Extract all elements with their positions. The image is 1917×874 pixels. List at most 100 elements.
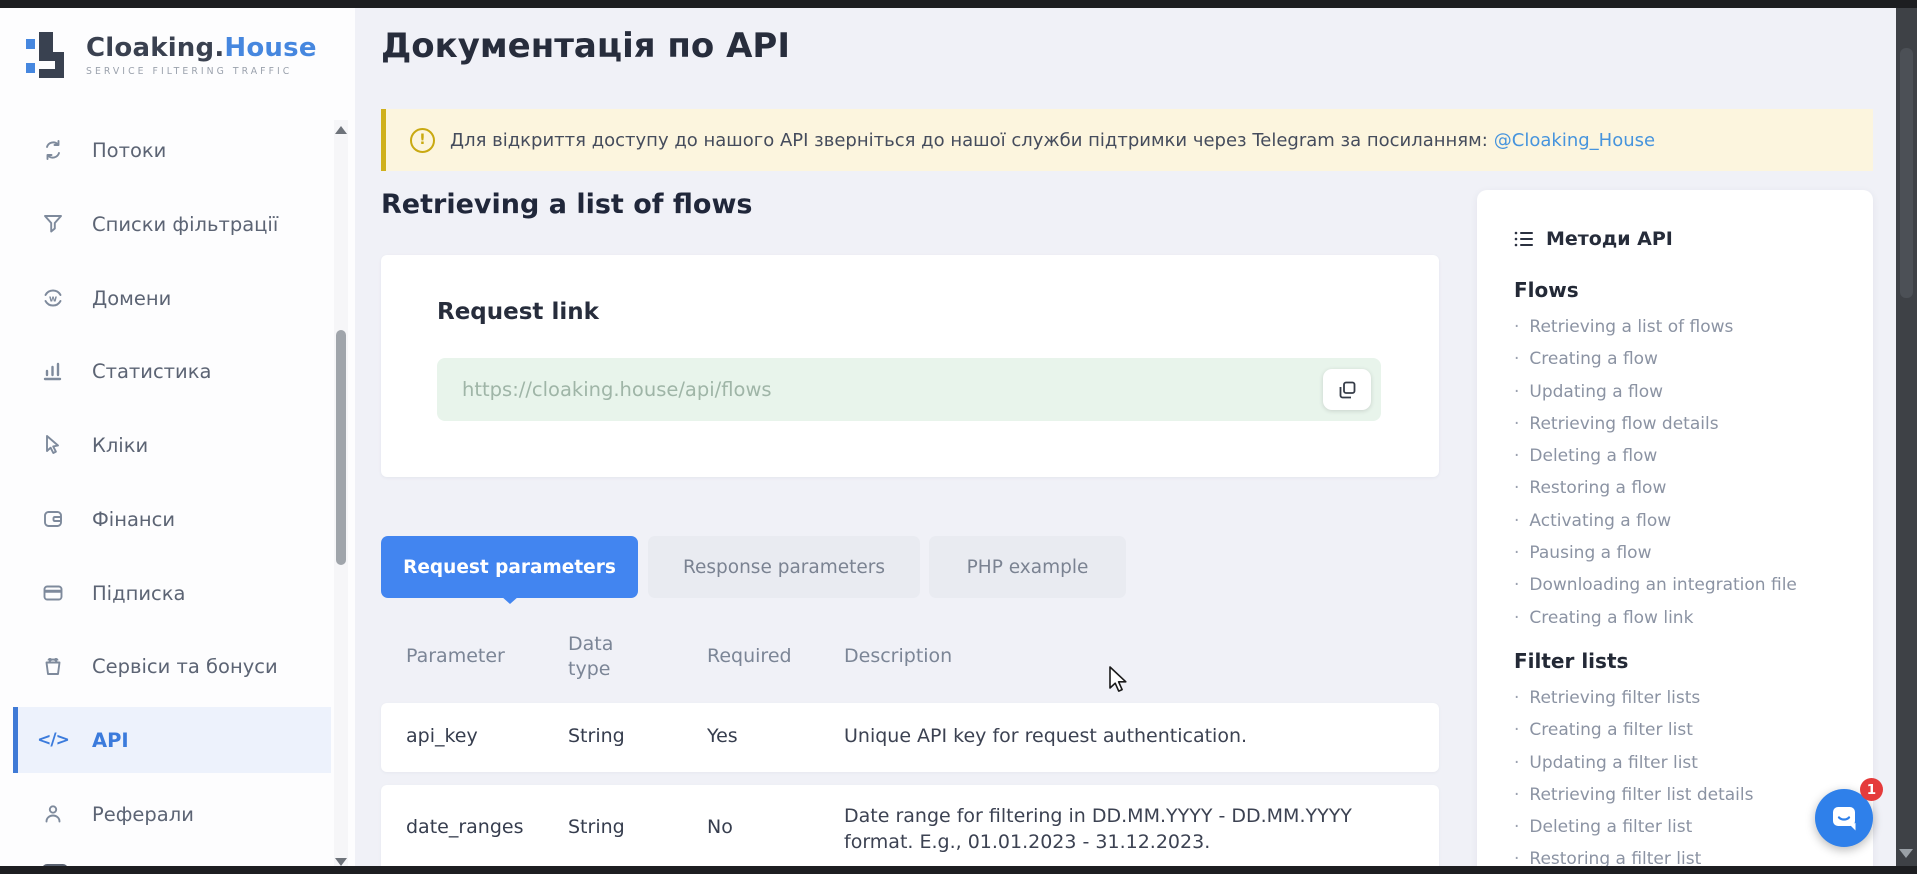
method-link[interactable]: Restoring a flow [1514, 472, 1845, 504]
page-scrollbar[interactable] [1896, 8, 1917, 866]
table-row: date_ranges String No Date range for fil… [381, 785, 1439, 874]
methods-panel-title: Методи API [1546, 228, 1673, 250]
copy-icon [1336, 379, 1358, 401]
cell-parameter: date_ranges [406, 816, 524, 838]
col-header-required: Required [707, 645, 792, 667]
cell-required: Yes [707, 725, 738, 747]
method-link[interactable]: Deleting a filter list [1514, 811, 1845, 843]
tab-php-example[interactable]: PHP example [929, 536, 1126, 598]
method-link[interactable]: Deleting a flow [1514, 440, 1845, 472]
sidebar-item-label: Реферали [92, 803, 194, 826]
api-access-banner: ! Для відкриття доступу до нашого API зв… [381, 109, 1873, 171]
code-icon: </> [40, 727, 66, 753]
svg-text:w: w [49, 295, 57, 305]
method-link[interactable]: Pausing a flow [1514, 537, 1845, 569]
flows-icon [40, 137, 66, 163]
window-top-edge [0, 0, 1917, 8]
request-link-card: Request link https://cloaking.house/api/… [381, 255, 1439, 477]
request-link-heading: Request link [437, 299, 599, 325]
methods-list-filter-lists: Retrieving filter lists Creating a filte… [1514, 682, 1845, 874]
method-link[interactable]: Retrieving filter list details [1514, 779, 1845, 811]
telegram-link[interactable]: @Cloaking_House [1494, 130, 1655, 151]
sidebar-item-label: Списки фільтрації [92, 213, 278, 236]
sidebar-item-referrals[interactable]: Реферали [13, 781, 331, 847]
app-root: Cloaking.House SERVICE FILTERING TRAFFIC… [0, 0, 1917, 874]
method-link[interactable]: Downloading an integration file [1514, 569, 1845, 601]
cell-required: No [707, 816, 733, 838]
col-header-parameter: Parameter [406, 645, 505, 667]
warning-icon: ! [410, 128, 435, 153]
sidebar-item-flows[interactable]: Потоки [13, 117, 331, 183]
logo[interactable]: Cloaking.House SERVICE FILTERING TRAFFIC [26, 30, 317, 80]
sidebar-item-filter-lists[interactable]: Списки фільтрації [13, 191, 331, 257]
sidebar-item-label: Сервіси та бонуси [92, 655, 278, 678]
method-link[interactable]: Creating a flow [1514, 343, 1845, 375]
sidebar: Cloaking.House SERVICE FILTERING TRAFFIC… [0, 8, 355, 866]
sidebar-item-services-bonuses[interactable]: Сервіси та бонуси [13, 633, 331, 699]
page-title: Документація по API [381, 26, 790, 66]
brand-dark: Cloaking. [86, 33, 224, 63]
logo-tagline: SERVICE FILTERING TRAFFIC [86, 66, 317, 77]
filter-icon [40, 211, 66, 237]
logo-mark-icon [26, 30, 72, 80]
list-icon [1514, 230, 1534, 248]
method-link[interactable]: Updating a flow [1514, 376, 1845, 408]
sidebar-scrollbar[interactable] [334, 120, 348, 872]
request-url-field: https://cloaking.house/api/flows [437, 358, 1381, 421]
method-link[interactable]: Retrieving filter lists [1514, 682, 1845, 714]
method-link[interactable]: Retrieving flow details [1514, 408, 1845, 440]
section-title: Retrieving a list of flows [381, 189, 752, 220]
credit-card-icon [40, 580, 66, 606]
copy-button[interactable] [1323, 369, 1371, 410]
table-row: api_key String Yes Unique API key for re… [381, 703, 1439, 772]
methods-group-flows: Flows [1514, 278, 1845, 302]
sidebar-item-label: Підписка [92, 582, 185, 605]
globe-icon: w [40, 285, 66, 311]
sidebar-item-label: Фінанси [92, 508, 175, 531]
sidebar-item-label: Статистика [92, 360, 211, 383]
col-header-description: Description [844, 645, 952, 667]
cell-data-type: String [568, 725, 625, 747]
cell-parameter: api_key [406, 725, 478, 747]
methods-list-flows: Retrieving a list of flows Creating a fl… [1514, 311, 1845, 634]
method-link[interactable]: Creating a filter list [1514, 714, 1845, 746]
wallet-icon [40, 506, 66, 532]
methods-panel-title-row: Методи API [1514, 228, 1845, 250]
col-header-data-type: Data type [568, 632, 640, 682]
brand-accent: House [224, 33, 316, 63]
scroll-down-arrow-icon[interactable] [335, 858, 347, 866]
page-scrollbar-thumb[interactable] [1900, 48, 1913, 298]
logo-text: Cloaking.House SERVICE FILTERING TRAFFIC [86, 33, 317, 77]
window-bottom-edge [0, 866, 1917, 874]
sidebar-item-statistics[interactable]: Статистика [13, 338, 331, 404]
sidebar-item-label: Домени [92, 287, 171, 310]
sidebar-item-domains[interactable]: w Домени [13, 265, 331, 331]
method-link[interactable]: Activating a flow [1514, 505, 1845, 537]
sidebar-item-label: API [92, 729, 129, 752]
sidebar-item-finances[interactable]: Фінанси [13, 486, 331, 552]
sidebar-item-label: Потоки [92, 139, 166, 162]
method-link[interactable]: Updating a filter list [1514, 747, 1845, 779]
tab-response-parameters[interactable]: Response parameters [648, 536, 920, 598]
banner-text: Для відкриття доступу до нашого API звер… [450, 130, 1655, 151]
sidebar-item-label: Кліки [92, 434, 148, 457]
bar-chart-icon [40, 358, 66, 384]
tab-request-parameters[interactable]: Request parameters [381, 536, 638, 598]
gift-icon [40, 653, 66, 679]
sidebar-item-clicks[interactable]: Кліки [13, 412, 331, 478]
sidebar-item-subscription[interactable]: Підписка [13, 560, 331, 626]
request-url: https://cloaking.house/api/flows [462, 378, 772, 401]
scroll-up-arrow-icon[interactable] [335, 126, 347, 134]
cursor-click-icon [40, 432, 66, 458]
method-link[interactable]: Retrieving a list of flows [1514, 311, 1845, 343]
chat-unread-badge: 1 [1860, 778, 1883, 801]
methods-group-filter-lists: Filter lists [1514, 649, 1845, 673]
person-icon [40, 801, 66, 827]
sidebar-item-api[interactable]: </> API [13, 707, 331, 773]
cell-description: Unique API key for request authenticatio… [844, 725, 1404, 747]
cell-data-type: String [568, 816, 625, 838]
api-methods-panel: Методи API Flows Retrieving a list of fl… [1477, 190, 1873, 874]
page-scroll-down-arrow-icon[interactable] [1899, 849, 1913, 858]
method-link[interactable]: Creating a flow link [1514, 602, 1845, 634]
scrollbar-thumb[interactable] [336, 330, 346, 565]
